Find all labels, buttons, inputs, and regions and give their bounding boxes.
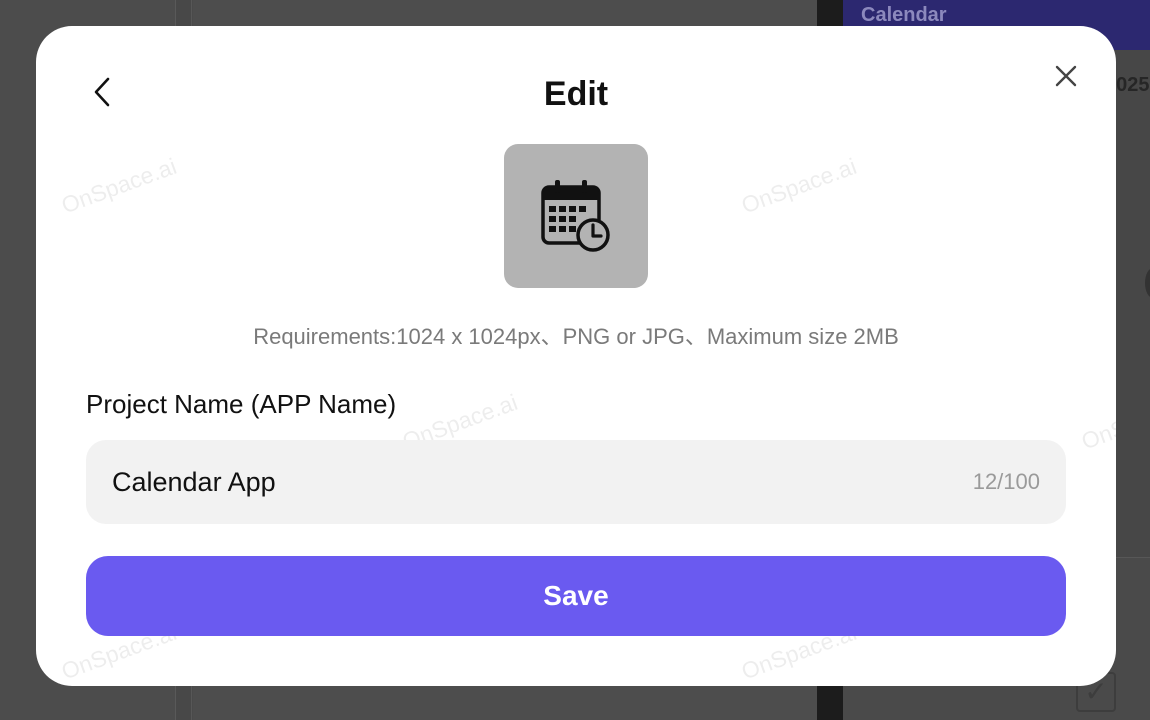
preview-button (1145, 268, 1150, 298)
upload-requirements: Requirements:1024 x 1024px、PNG or JPG、Ma… (253, 324, 899, 349)
app-icon-upload[interactable] (504, 144, 648, 288)
save-button[interactable]: Save (86, 556, 1066, 636)
watermark: OnSpace.ai (58, 152, 180, 219)
watermark: OnSpace.ai (1078, 388, 1116, 455)
close-icon (1055, 65, 1077, 87)
close-button[interactable] (1050, 60, 1082, 92)
project-name-field: 12/100 (86, 440, 1066, 524)
dialog-title: Edit (543, 75, 609, 113)
edit-dialog: OnSpace.ai OnSpace.ai OnSpace.ai OnSpace… (36, 26, 1116, 686)
calendar-clock-icon (541, 180, 610, 252)
project-name-label: Project Name (APP Name) (86, 389, 397, 419)
character-count: 12/100 (972, 469, 1040, 494)
preview-title: Calendar (861, 4, 947, 26)
project-name-input[interactable] (112, 440, 932, 524)
watermark: OnSpace.ai (738, 152, 860, 219)
